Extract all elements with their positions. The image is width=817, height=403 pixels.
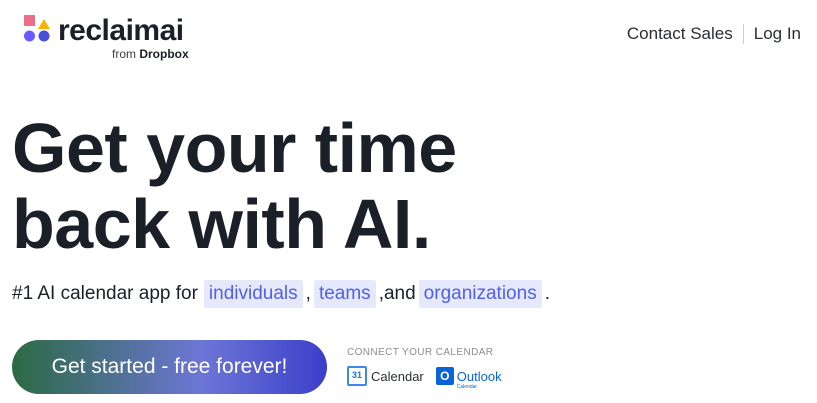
hero-tagline: #1 AI calendar app for individuals , tea… <box>12 280 550 308</box>
outlook-icon: O <box>435 367 454 385</box>
outlook-option[interactable]: O Outlook Calendar <box>435 367 502 390</box>
chip-individuals[interactable]: individuals <box>203 280 303 308</box>
reclaim-logo[interactable]: reclaimai from Dropbox <box>24 14 204 63</box>
connect-calendar: CONNECT YOUR CALENDAR 31 Calendar O Outl… <box>347 347 514 390</box>
contact-sales-link[interactable]: Contact Sales <box>627 24 733 44</box>
wordmark: reclaimai <box>58 14 184 47</box>
tagline-comma: , <box>305 283 311 304</box>
outlook-sub-label: Calendar <box>456 383 478 390</box>
tagline-and: ,and <box>378 283 416 304</box>
outlook-label: Outlook Calendar <box>456 368 502 390</box>
top-nav: Contact Sales Log In <box>627 24 801 44</box>
chip-organizations[interactable]: organizations <box>418 280 542 308</box>
from-dropbox: from Dropbox <box>112 47 189 61</box>
tagline-period: . <box>544 283 550 304</box>
google-calendar-label: Calendar <box>371 368 424 384</box>
headline-line-1: Get your time <box>12 109 457 187</box>
nav-divider <box>742 24 744 44</box>
google-calendar-option[interactable]: 31 Calendar <box>347 366 424 386</box>
calendar-options: 31 Calendar O Outlook Calendar <box>347 366 514 390</box>
tagline-prefix: #1 AI calendar app for <box>12 283 198 304</box>
google-calendar-icon: 31 <box>347 366 367 386</box>
get-started-button[interactable]: Get started - free forever! <box>12 340 327 394</box>
log-in-link[interactable]: Log In <box>754 24 801 44</box>
connect-label: CONNECT YOUR CALENDAR <box>347 347 494 358</box>
logo-mark-icon <box>24 15 50 42</box>
chip-teams[interactable]: teams <box>313 280 376 308</box>
headline-line-2: back with AI. <box>12 185 431 263</box>
hero-headline: Get your time back with AI. <box>12 110 457 262</box>
